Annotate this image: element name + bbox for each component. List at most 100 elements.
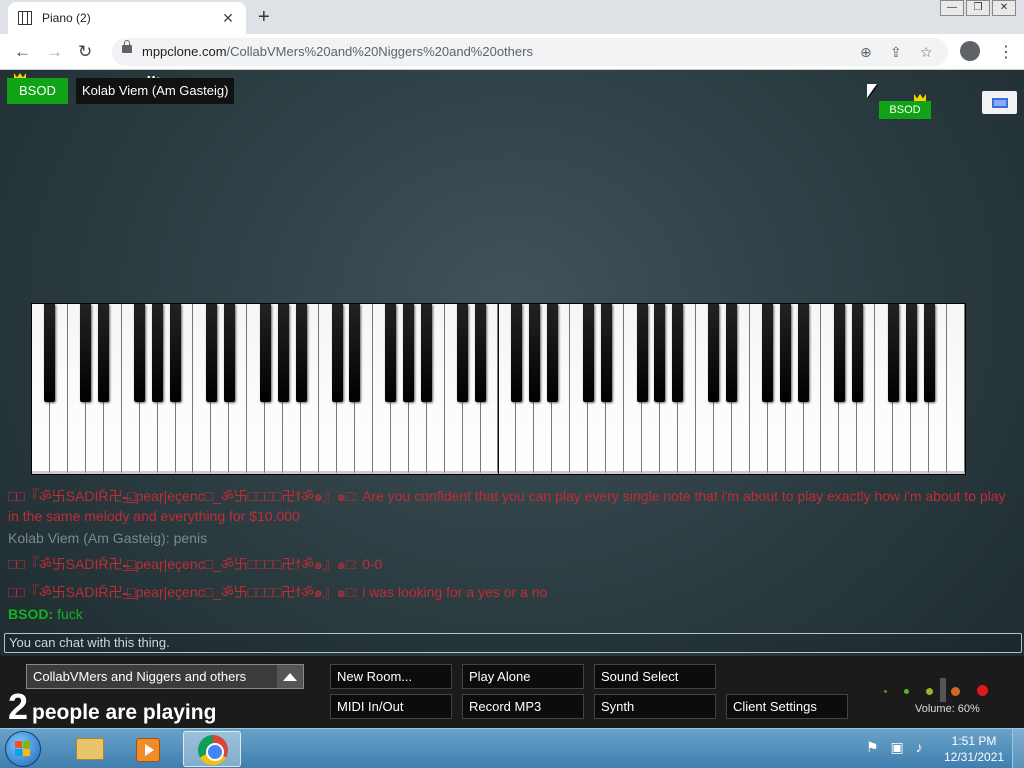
chat-input[interactable]: You can chat with this thing. [4,633,1022,653]
tab-close-icon[interactable]: ✕ [220,10,236,27]
close-window-button[interactable]: ✕ [992,0,1016,16]
chat-message: BSOD: fuck [8,604,1018,624]
taskbar-explorer[interactable] [60,731,118,767]
taskbar-chrome[interactable] [183,731,241,767]
piano-black-key[interactable] [475,304,487,402]
piano-black-key[interactable] [654,304,666,402]
piano-black-key[interactable] [780,304,792,402]
piano-black-key[interactable] [421,304,433,402]
record-mp3-button[interactable]: Record MP3 [462,694,584,719]
piano-black-key[interactable] [905,304,917,402]
taskbar-media-player[interactable] [120,731,178,767]
piano-black-key[interactable] [152,304,164,402]
piano-black-key[interactable] [582,304,594,402]
piano-page: BSOD Me Kolab Viem (Am Gasteig) BSOD □□『… [0,70,1024,728]
volume-slider[interactable] [940,678,946,702]
lock-icon [122,40,132,53]
remote-cursor-tag: BSOD [879,101,931,119]
tab-title: Piano (2) [42,11,91,25]
piano-black-key[interactable] [205,304,217,402]
zoom-icon[interactable]: ⊕ [860,44,872,61]
system-tray: ⚑ ▣ ♪ [866,739,923,756]
piano-black-key[interactable] [403,304,415,402]
player-count-number: 2 [8,686,29,727]
minimize-button[interactable]: — [940,0,964,16]
browser-tabstrip: Piano (2) ✕ + — ❐ ✕ [0,0,1024,34]
volume-dot [884,690,887,693]
volume-dot [951,687,960,696]
user-tag-kolab[interactable]: Kolab Viem (Am Gasteig) [76,78,235,104]
taskbar-clock[interactable]: 1:51 PM 12/31/2021 [944,733,1004,765]
clock-date: 12/31/2021 [944,750,1005,764]
midi-button[interactable]: MIDI In/Out [330,694,452,719]
synth-button[interactable]: Synth [594,694,716,719]
address-bar[interactable]: mppclone.com/CollabVMers%20and%20Niggers… [112,38,948,66]
piano-black-key[interactable] [708,304,720,402]
layout-toggle-icon[interactable] [982,91,1017,114]
chat-text: penis [173,530,208,546]
piano-black-key[interactable] [546,304,558,402]
piano-black-key[interactable] [528,304,540,402]
player-count: 2 people are playing [8,686,216,728]
forward-icon[interactable]: → [46,42,63,62]
window-controls: — ❐ ✕ [938,0,1016,16]
start-button[interactable] [5,731,41,767]
chat-log: □□『ॐ卐SADIŘ卍-̶̶̶͟□peaŗ|eçenc□_ॐ卐□□□□卍ϯॐ๑』… [8,486,1018,626]
maximize-button[interactable]: ❐ [966,0,990,16]
piano-white-key[interactable] [947,304,965,474]
play-alone-button[interactable]: Play Alone [462,664,584,689]
piano-black-key[interactable] [295,304,307,402]
show-desktop-button[interactable] [1012,729,1024,768]
back-icon[interactable]: ← [14,42,31,62]
browser-toolbar: ← → ↻ mppclone.com/CollabVMers%20and%20N… [0,34,1024,70]
piano-black-key[interactable] [223,304,235,402]
mouse-cursor-icon [867,84,877,98]
new-room-button[interactable]: New Room... [330,664,452,689]
display-icon[interactable]: ▣ [890,739,903,755]
piano-black-key[interactable] [833,304,845,402]
user-tag-bsod[interactable]: BSOD [7,78,68,104]
client-settings-button[interactable]: Client Settings [726,694,848,719]
piano-black-key[interactable] [349,304,361,402]
profile-avatar-icon[interactable] [960,41,980,61]
piano-black-key[interactable] [385,304,397,402]
windows-logo-icon [15,741,31,757]
reload-icon[interactable]: ↻ [78,42,92,62]
piano-black-key[interactable] [44,304,56,402]
piano-black-key[interactable] [134,304,146,402]
piano-keyboard[interactable] [31,303,966,475]
browser-menu-icon[interactable]: ⋮ [998,42,1014,62]
chat-message: Kolab Viem (Am Gasteig): penis [8,528,1018,548]
browser-tab[interactable]: Piano (2) ✕ [8,2,246,34]
clock-time: 1:51 PM [951,734,997,748]
volume-dot [977,685,988,696]
piano-black-key[interactable] [923,304,935,402]
piano-black-key[interactable] [510,304,522,402]
speaker-icon[interactable]: ♪ [916,739,923,755]
share-icon[interactable]: ⇪ [890,44,902,61]
new-tab-icon[interactable]: + [258,6,270,29]
piano-black-key[interactable] [331,304,343,402]
piano-black-key[interactable] [600,304,612,402]
piano-black-key[interactable] [887,304,899,402]
piano-favicon-icon [18,11,32,25]
piano-black-key[interactable] [636,304,648,402]
piano-black-key[interactable] [851,304,863,402]
network-icon[interactable]: ⚑ [866,739,879,755]
piano-black-key[interactable] [259,304,271,402]
piano-black-key[interactable] [457,304,469,402]
piano-black-key[interactable] [798,304,810,402]
chat-author: □□『ॐ卐SADIŘ卍-̶̶̶͟□peaŗ|eçenc□_ॐ卐□□□□卍ϯॐ๑』… [8,556,359,572]
bookmark-star-icon[interactable]: ☆ [920,44,933,61]
piano-black-key[interactable] [80,304,92,402]
piano-black-key[interactable] [98,304,110,402]
chevron-up-icon[interactable] [277,665,303,688]
sound-select-button[interactable]: Sound Select [594,664,716,689]
piano-black-key[interactable] [726,304,738,402]
piano-black-key[interactable] [170,304,182,402]
chat-text: i was looking for a yes or a no [362,584,548,600]
chat-message: □□『ॐ卐SADIŘ卍-̶̶̶͟□peaŗ|eçenc□_ॐ卐□□□□卍ϯॐ๑』… [8,554,1018,574]
piano-black-key[interactable] [277,304,289,402]
piano-black-key[interactable] [762,304,774,402]
piano-black-key[interactable] [672,304,684,402]
